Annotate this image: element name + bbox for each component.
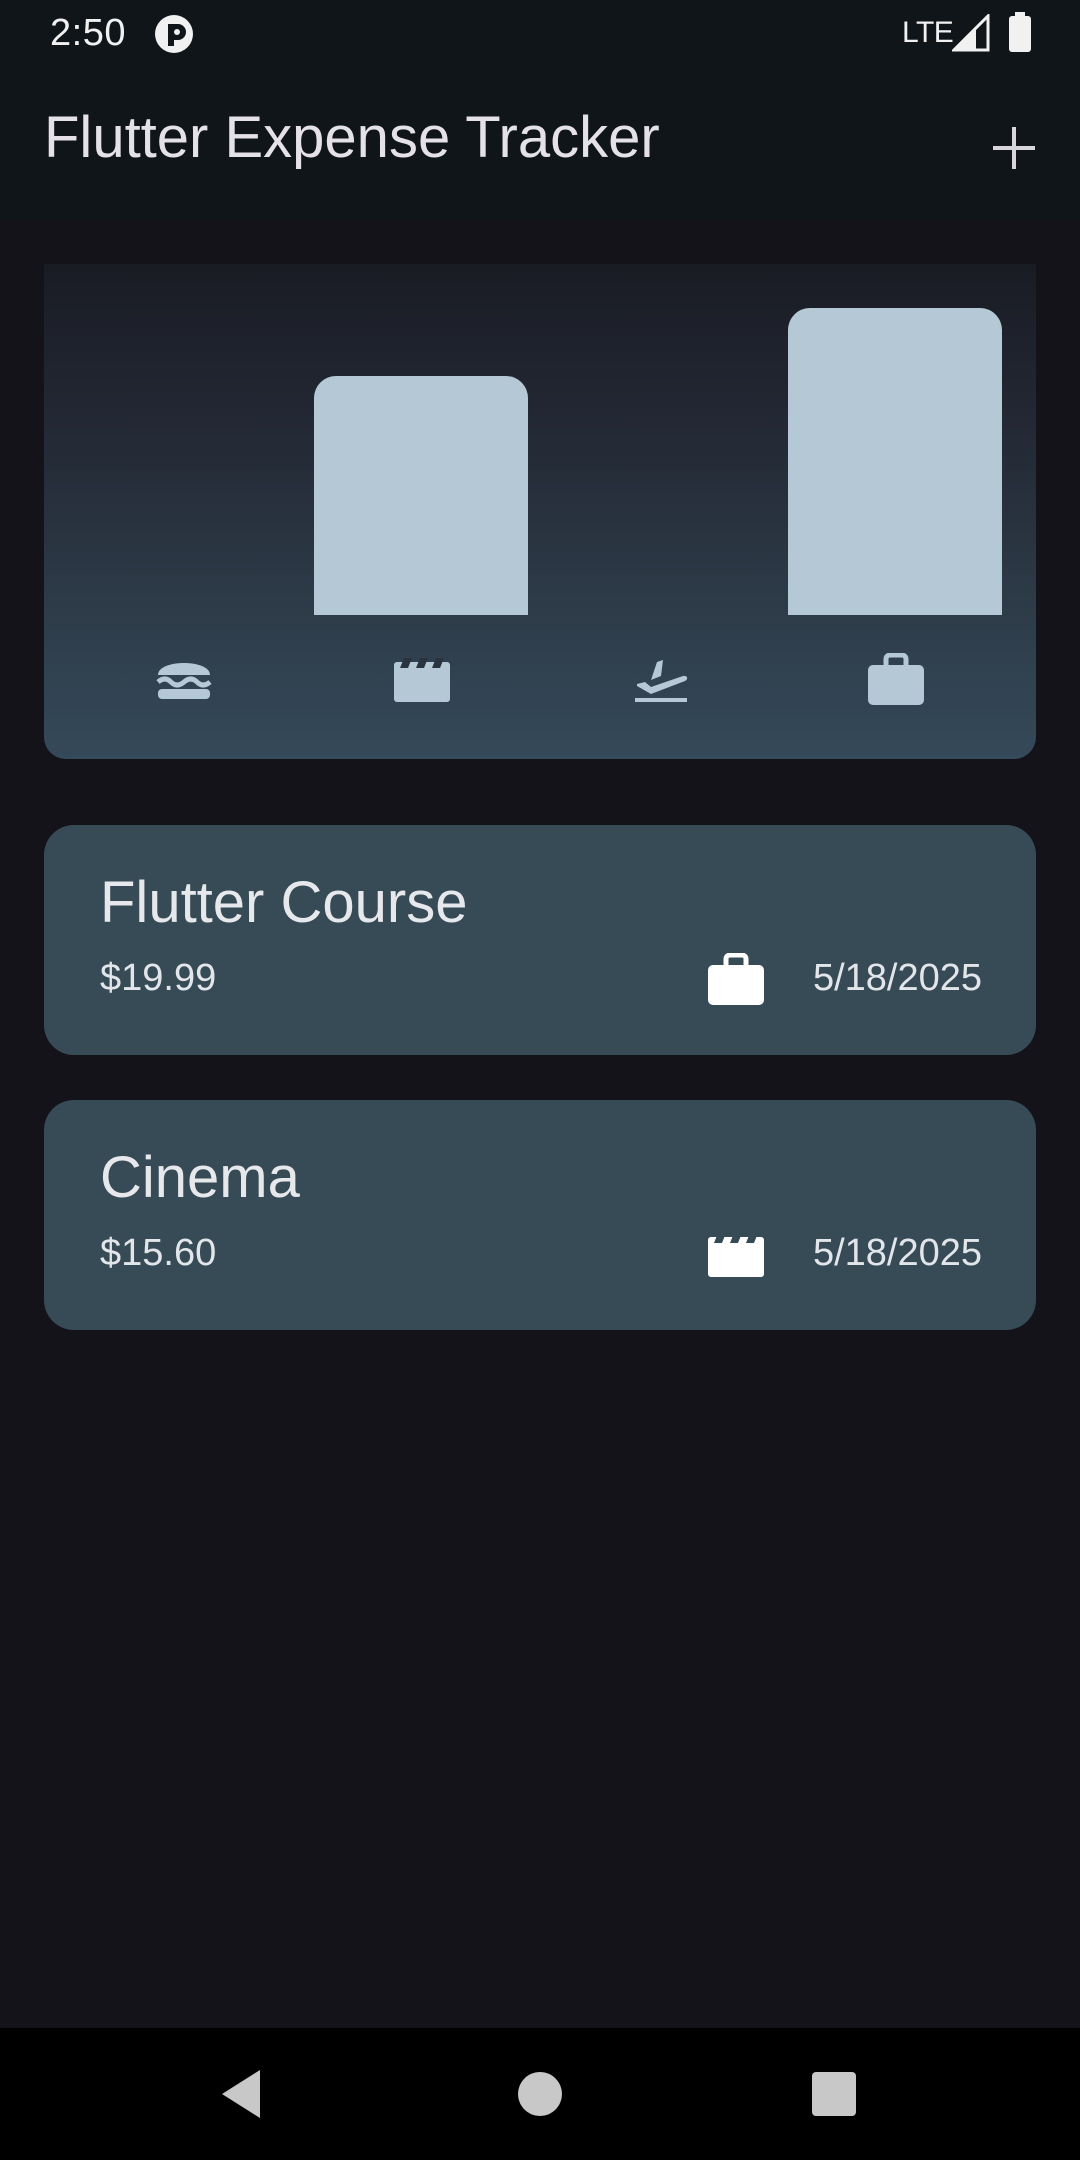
- app-bar: Flutter Expense Tracker: [0, 66, 1080, 220]
- app-notification-icon: [155, 15, 193, 53]
- network-type-label: LTE: [902, 16, 954, 49]
- expense-title: Flutter Course: [100, 870, 468, 935]
- movie-icon: [708, 1233, 764, 1277]
- burger-icon: [154, 649, 214, 709]
- expense-item[interactable]: Flutter Course $19.99 5/18/2025: [44, 825, 1036, 1055]
- page-title: Flutter Expense Tracker: [44, 105, 660, 170]
- signal-icon: [952, 14, 990, 52]
- expense-date: 5/18/2025: [812, 957, 982, 999]
- home-icon[interactable]: [512, 2066, 568, 2122]
- movie-icon: [392, 649, 452, 709]
- chart-bar-work: [788, 308, 1002, 615]
- work-icon: [708, 953, 764, 1005]
- work-icon: [866, 649, 926, 709]
- expense-amount: $19.99: [100, 957, 217, 999]
- status-bar: 2:50 LTE: [0, 0, 1080, 66]
- expense-amount: $15.60: [100, 1232, 217, 1274]
- battery-icon: [1009, 12, 1031, 52]
- expense-item[interactable]: Cinema $15.60 5/18/2025: [44, 1100, 1036, 1330]
- plus-icon: [993, 127, 1035, 169]
- expense-chart: [44, 264, 1036, 759]
- add-expense-button[interactable]: [982, 116, 1046, 180]
- flight-takeoff-icon: [630, 649, 690, 709]
- chart-bar-leisure: [314, 376, 528, 615]
- system-navigation-bar: [0, 2028, 1080, 2160]
- expense-title: Cinema: [100, 1145, 300, 1210]
- expense-date: 5/18/2025: [812, 1232, 982, 1274]
- back-icon[interactable]: [216, 2066, 272, 2122]
- recents-icon[interactable]: [806, 2066, 862, 2122]
- status-time: 2:50: [50, 12, 126, 54]
